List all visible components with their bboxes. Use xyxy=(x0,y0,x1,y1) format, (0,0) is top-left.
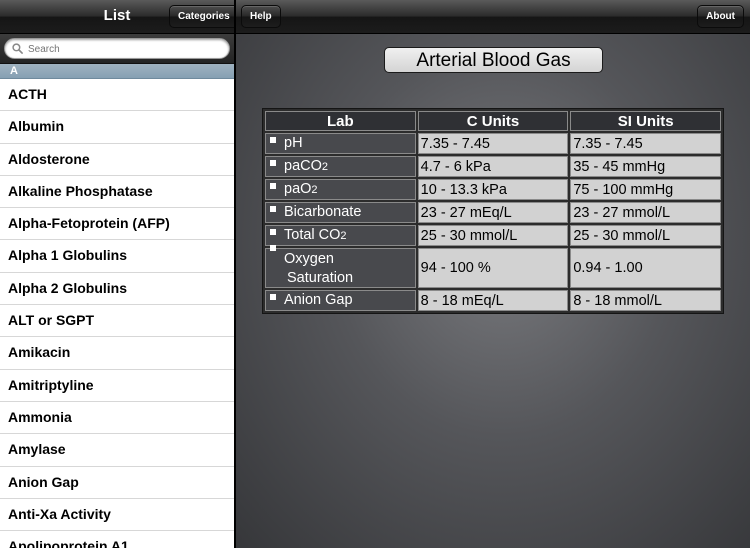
si-units-cell: 8 - 18 mmol/L xyxy=(570,290,721,311)
list-item[interactable]: Ammonia xyxy=(0,402,234,435)
lab-name-subscript: 2 xyxy=(340,230,347,242)
lab-name: Oxygen Saturation xyxy=(284,250,353,287)
table-row: pH 7.35 - 7.45 7.35 - 7.45 xyxy=(265,133,721,154)
lab-name-cell: pH xyxy=(265,133,416,154)
categories-button[interactable]: Categories xyxy=(169,5,234,28)
reference-table: Lab C Units SI Units pH 7.35 - 7.45 7.35 -… xyxy=(262,108,724,314)
c-units-cell: 8 - 18 mEq/L xyxy=(417,290,569,311)
lab-name: Total CO2 xyxy=(284,226,347,245)
search-input[interactable] xyxy=(28,40,218,59)
list-item[interactable]: Albumin xyxy=(0,111,234,144)
lab-name: Anion Gap xyxy=(284,291,353,310)
lab-name-text: Bicarbonate xyxy=(284,204,362,220)
table-header-row: Lab C Units SI Units xyxy=(265,111,721,131)
section-header-a: A xyxy=(0,64,234,79)
table-row: Bicarbonate 23 - 27 mEq/L 23 - 27 mmol/L xyxy=(265,202,721,223)
column-header-c-units: C Units xyxy=(417,111,569,131)
lab-name-text: Oxygen xyxy=(284,250,334,267)
c-units-cell: 94 - 100 % xyxy=(417,248,569,288)
square-bullet-icon xyxy=(270,244,276,251)
lab-name-cell: paCO2 xyxy=(265,156,416,177)
list-item[interactable]: Amikacin xyxy=(0,337,234,370)
lab-name: paCO2 xyxy=(284,157,328,176)
list-item[interactable]: Apolipoprotein A1 xyxy=(0,531,234,548)
column-header-si-units: SI Units xyxy=(570,111,721,131)
square-bullet-icon xyxy=(270,206,276,213)
lab-name-line2: Saturation xyxy=(287,269,354,286)
help-button[interactable]: Help xyxy=(241,5,281,28)
search-bar xyxy=(0,34,234,64)
lab-name-cell: Oxygen Saturation xyxy=(265,244,416,288)
list-item[interactable]: Aldosterone xyxy=(0,144,234,176)
lab-name-cell: Anion Gap xyxy=(265,290,416,311)
list-item[interactable]: Alpha 1 Globulins xyxy=(0,240,234,273)
square-bullet-icon xyxy=(270,294,276,301)
list-item[interactable]: Anion Gap xyxy=(0,467,234,499)
square-bullet-icon xyxy=(270,229,276,236)
list-item[interactable]: Alpha-Fetoprotein (AFP) xyxy=(0,208,234,241)
search-field[interactable] xyxy=(4,38,230,59)
list-item[interactable]: Alpha 2 Globulins xyxy=(0,273,234,306)
lab-name: Bicarbonate xyxy=(284,203,361,222)
detail-title: Arterial Blood Gas xyxy=(384,47,603,73)
lab-name-text: pH xyxy=(284,135,303,151)
table-row: Anion Gap 8 - 18 mEq/L 8 - 18 mmol/L xyxy=(265,290,721,311)
lab-name-cell: paO2 xyxy=(265,179,416,200)
si-units-cell: 0.94 - 1.00 xyxy=(570,248,721,288)
detail-navbar: Help About xyxy=(236,0,750,34)
list-item[interactable]: ALT or SGPT xyxy=(0,305,234,338)
square-bullet-icon xyxy=(270,183,276,190)
list-item[interactable]: ACTH xyxy=(0,79,234,112)
sidebar-navbar: List Categories xyxy=(0,0,234,34)
sidebar: List Categories A ACTHAlbuminAldosterone… xyxy=(0,0,234,548)
lab-name-text: paCO xyxy=(284,158,322,174)
lab-name-text: Total CO xyxy=(284,227,341,243)
c-units-cell: 10 - 13.3 kPa xyxy=(417,179,569,200)
si-units-cell: 7.35 - 7.45 xyxy=(570,133,721,154)
table-row: Oxygen Saturation 94 - 100 % 0.94 - 1.00 xyxy=(265,244,721,288)
list-item[interactable]: Amitriptyline xyxy=(0,370,234,402)
lab-name-text: Anion Gap xyxy=(284,292,353,308)
lab-name-cell: Bicarbonate xyxy=(265,202,416,223)
si-units-cell: 35 - 45 mmHg xyxy=(570,156,721,177)
list-item[interactable]: Alkaline Phosphatase xyxy=(0,176,234,209)
lab-name: pH xyxy=(284,134,303,153)
about-button[interactable]: About xyxy=(697,5,744,28)
lab-name: paO2 xyxy=(284,180,318,199)
c-units-cell: 23 - 27 mEq/L xyxy=(417,202,569,223)
si-units-cell: 25 - 30 mmol/L xyxy=(570,225,721,246)
lab-name-subscript: 2 xyxy=(311,184,318,196)
table-row: paCO2 4.7 - 6 kPa 35 - 45 mmHg xyxy=(265,156,721,177)
detail-pane: Help About Arterial Blood Gas Lab C Unit… xyxy=(236,0,750,548)
square-bullet-icon xyxy=(270,160,276,167)
si-units-cell: 23 - 27 mmol/L xyxy=(570,202,721,223)
lab-name-cell: Total CO2 xyxy=(265,225,416,246)
lab-name-subscript: 2 xyxy=(321,161,329,173)
c-units-cell: 4.7 - 6 kPa xyxy=(417,156,569,177)
test-list: ACTH Albumin Aldosterone Alkaline Phosphata… xyxy=(0,79,234,548)
list-item[interactable]: Anti-Xa Activity xyxy=(0,499,234,532)
column-header-lab: Lab xyxy=(265,111,416,131)
square-bullet-icon xyxy=(270,137,276,144)
c-units-cell: 25 - 30 mmol/L xyxy=(417,225,569,246)
magnifier-icon xyxy=(12,43,23,54)
table-row: Total CO2 25 - 30 mmol/L 25 - 30 mmol/L xyxy=(265,225,721,246)
list-item[interactable]: Amylase xyxy=(0,434,234,467)
lab-name-text: paO xyxy=(284,181,312,197)
table-row: paO2 10 - 13.3 kPa 75 - 100 mmHg xyxy=(265,179,721,200)
si-units-cell: 75 - 100 mmHg xyxy=(570,179,721,200)
c-units-cell: 7.35 - 7.45 xyxy=(417,133,569,154)
